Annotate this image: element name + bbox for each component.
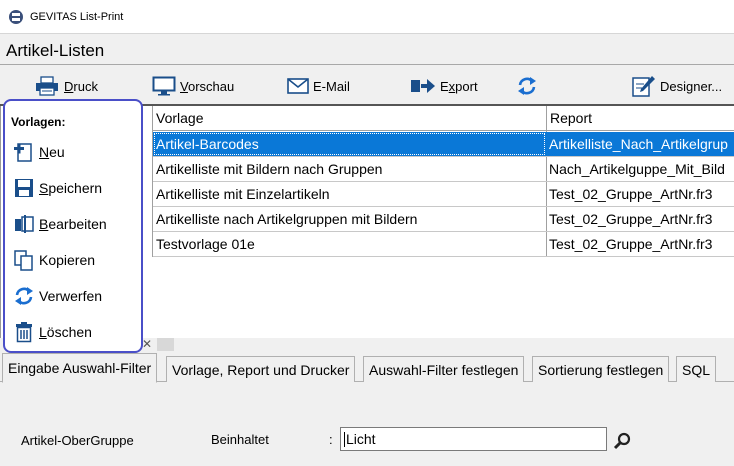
export-icon bbox=[411, 79, 435, 93]
menu-item-label: earbeiten bbox=[48, 216, 107, 232]
table-row[interactable]: Artikelliste nach Artikelgruppen mit Bil… bbox=[153, 207, 734, 232]
menu-item-key: S bbox=[39, 180, 49, 196]
refresh-button[interactable] bbox=[516, 75, 542, 97]
tab-auswahl-filter-festlegen[interactable]: Auswahl-Filter festlegen bbox=[363, 356, 525, 382]
cell-vorlage: Artikelliste mit Bildern nach Gruppen bbox=[156, 161, 383, 177]
templates-popup-menu: Vorlagen: Neu Speichern Bearbeiten Kopie… bbox=[3, 99, 143, 353]
edit-icon bbox=[15, 215, 34, 233]
copy-icon bbox=[14, 250, 33, 271]
table-row[interactable]: Artikelliste mit Einzelartikeln Test_02_… bbox=[153, 182, 734, 207]
column-header-vorlage-label: Vorlage bbox=[156, 110, 204, 126]
print-button[interactable]: Druck bbox=[34, 75, 98, 97]
page-header: Artikel-Listen bbox=[0, 33, 734, 65]
menu-item-label: öschen bbox=[46, 324, 92, 340]
cell-vorlage: Artikel-Barcodes bbox=[153, 132, 546, 156]
save-icon bbox=[15, 179, 33, 197]
export-label: port bbox=[455, 78, 478, 94]
menu-item-neu[interactable]: Neu bbox=[13, 140, 65, 164]
designer-label: Designer... bbox=[660, 78, 723, 94]
filter-colon: : bbox=[329, 432, 333, 447]
menu-item-key: B bbox=[39, 216, 49, 232]
popup-title: Vorlagen: bbox=[11, 115, 66, 129]
refresh-icon bbox=[518, 77, 536, 95]
menu-item-label: Kopieren bbox=[39, 252, 96, 268]
search-icon[interactable] bbox=[613, 431, 633, 451]
close-icon[interactable]: ✕ bbox=[142, 337, 152, 351]
designer-button[interactable]: Designer... bbox=[632, 75, 722, 97]
filter-value: Licht bbox=[346, 431, 376, 447]
cell-report: Test_02_Gruppe_ArtNr.fr3 bbox=[549, 211, 713, 227]
tab-sortierung-festlegen[interactable]: Sortierung festlegen bbox=[532, 356, 670, 382]
tab-sql[interactable]: SQL bbox=[676, 356, 717, 382]
filter-value-input[interactable]: Licht bbox=[340, 427, 607, 451]
filter-operator-label: Beinhaltet bbox=[211, 432, 269, 447]
tab-label: SQL bbox=[682, 361, 711, 378]
menu-item-verwerfen[interactable]: Verwerfen bbox=[13, 284, 102, 308]
menu-item-bearbeiten[interactable]: Bearbeiten bbox=[13, 212, 107, 236]
tab-label: Sortierung festlegen bbox=[538, 361, 664, 378]
envelope-icon bbox=[287, 78, 309, 94]
menu-item-key: N bbox=[39, 144, 50, 160]
printer-icon bbox=[36, 76, 58, 96]
text-caret bbox=[344, 431, 345, 447]
window-title: GEVITAS List-Print bbox=[30, 10, 124, 23]
menu-item-speichern[interactable]: Speichern bbox=[13, 176, 102, 200]
cell-report: Artikelliste_Nach_Artikelgrup bbox=[549, 136, 728, 152]
app-icon bbox=[9, 9, 23, 24]
column-header-report[interactable]: Report bbox=[546, 106, 734, 131]
tab-label: Eingabe Auswahl-Filter bbox=[8, 360, 152, 376]
cell-vorlage: Testvorlage 01e bbox=[156, 236, 255, 252]
menu-item-kopieren[interactable]: Kopieren bbox=[13, 248, 95, 272]
tab-eingabe-auswahl-filter[interactable]: Eingabe Auswahl-Filter bbox=[2, 353, 158, 383]
email-button[interactable]: E-Mail bbox=[287, 75, 350, 97]
table-row[interactable]: Artikelliste mit Bildern nach Gruppen Na… bbox=[153, 157, 734, 182]
tab-label: Auswahl-Filter festlegen bbox=[369, 361, 519, 378]
discard-refresh-icon bbox=[15, 287, 33, 305]
preview-label-key: V bbox=[180, 78, 188, 94]
print-label-key: D bbox=[64, 78, 74, 94]
export-label-pre: E bbox=[440, 78, 449, 94]
print-label: ruck bbox=[73, 78, 98, 94]
title-bar: GEVITAS List-Print bbox=[0, 0, 734, 33]
menu-item-label: Verwerfen bbox=[39, 288, 103, 304]
monitor-icon bbox=[152, 76, 176, 96]
splitter-grip[interactable] bbox=[157, 338, 174, 351]
email-label: E-Mail bbox=[313, 78, 350, 94]
menu-item-label: peichern bbox=[48, 180, 103, 196]
export-button[interactable]: Export bbox=[410, 75, 478, 97]
tab-vorlage-report-drucker[interactable]: Vorlage, Report und Drucker bbox=[166, 356, 356, 382]
menu-item-label: eu bbox=[49, 144, 65, 160]
page-title: Artikel-Listen bbox=[6, 41, 105, 60]
trash-icon bbox=[16, 322, 32, 343]
filter-panel: Artikel-OberGruppe Beinhaltet : Licht bbox=[0, 382, 734, 466]
column-header-vorlage[interactable]: Vorlage bbox=[153, 106, 546, 131]
menu-item-loeschen[interactable]: Löschen bbox=[13, 320, 92, 344]
filter-field-label: Artikel-OberGruppe bbox=[21, 433, 134, 448]
menu-item-key: L bbox=[39, 324, 47, 340]
new-document-icon bbox=[14, 143, 32, 162]
designer-pencil-icon bbox=[632, 76, 655, 97]
preview-label: orschau bbox=[187, 78, 235, 94]
column-header-report-label: Report bbox=[550, 110, 593, 126]
tab-label: Vorlage, Report und Drucker bbox=[172, 361, 350, 378]
cell-vorlage: Artikelliste nach Artikelgruppen mit Bil… bbox=[156, 211, 418, 227]
cell-report: Test_02_Gruppe_ArtNr.fr3 bbox=[549, 186, 713, 202]
preview-button[interactable]: Vorschau bbox=[152, 75, 234, 97]
table-row[interactable]: Testvorlage 01e Test_02_Gruppe_ArtNr.fr3 bbox=[153, 232, 734, 257]
tab-bar: Eingabe Auswahl-Filter Vorlage, Report u… bbox=[0, 352, 734, 383]
table-row[interactable]: Artikel-Barcodes Artikelliste_Nach_Artik… bbox=[153, 132, 734, 157]
cell-vorlage: Artikelliste mit Einzelartikeln bbox=[156, 186, 330, 202]
cell-report: Nach_Artikelguppe_Mit_Bild bbox=[549, 161, 725, 177]
cell-report: Test_02_Gruppe_ArtNr.fr3 bbox=[549, 236, 713, 252]
